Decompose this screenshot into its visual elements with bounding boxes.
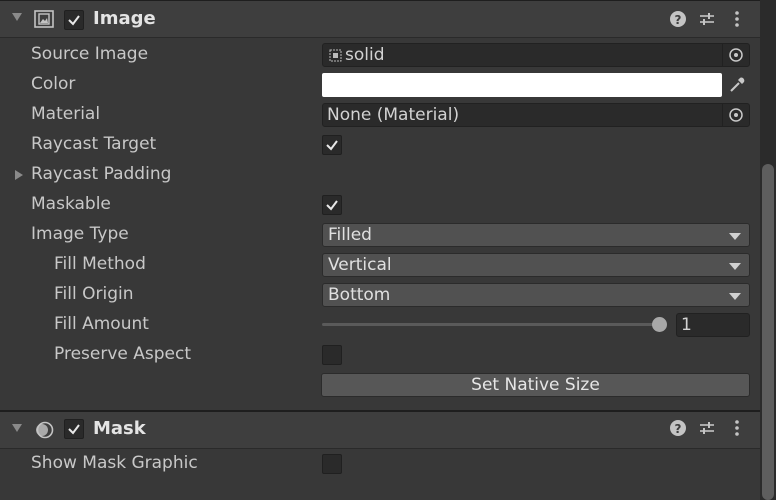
foldout-arrow-icon[interactable]	[12, 13, 22, 21]
show-mask-graphic-checkbox[interactable]	[322, 454, 342, 474]
image-type-label: Image Type	[31, 224, 129, 244]
fill-origin-label: Fill Origin	[54, 284, 134, 304]
help-icon[interactable]: ?	[668, 9, 688, 29]
fill-amount-label: Fill Amount	[54, 314, 149, 334]
maskable-row: Maskable	[0, 190, 760, 220]
material-row: Material None (Material)	[0, 100, 760, 130]
color-swatch[interactable]	[322, 73, 722, 97]
image-type-dropdown[interactable]: Filled	[322, 223, 750, 247]
mask-component-icon	[36, 421, 54, 439]
eyedropper-icon[interactable]	[728, 76, 746, 94]
set-native-size-row: Set Native Size	[0, 370, 760, 400]
material-picker[interactable]	[722, 104, 749, 126]
svg-text:?: ?	[675, 13, 682, 27]
material-label: Material	[31, 104, 101, 124]
fill-amount-value: 1	[681, 315, 692, 335]
chevron-down-icon	[729, 233, 741, 240]
kebab-menu-icon[interactable]	[727, 418, 747, 438]
image-component-header[interactable]: Image ?	[0, 0, 760, 38]
sprite-icon	[329, 49, 342, 62]
maskable-checkbox[interactable]	[322, 195, 342, 215]
fill-method-row: Fill Method Vertical	[0, 250, 760, 280]
chevron-down-icon	[729, 263, 741, 270]
preserve-aspect-label: Preserve Aspect	[54, 344, 192, 364]
image-component-icon	[34, 10, 54, 28]
help-icon[interactable]: ?	[668, 418, 688, 438]
material-value: None (Material)	[327, 105, 460, 125]
scrollbar-thumb[interactable]	[762, 164, 774, 500]
mask-component-header[interactable]: Mask ?	[0, 411, 760, 449]
material-field[interactable]: None (Material)	[322, 103, 750, 127]
fill-origin-row: Fill Origin Bottom	[0, 280, 760, 310]
fill-method-dropdown[interactable]: Vertical	[322, 253, 750, 277]
fill-amount-slider-handle[interactable]	[652, 317, 667, 332]
presets-sliders-icon[interactable]	[697, 9, 717, 29]
show-mask-graphic-row: Show Mask Graphic	[0, 449, 760, 479]
preserve-aspect-row: Preserve Aspect	[0, 340, 760, 370]
preserve-aspect-checkbox[interactable]	[322, 345, 342, 365]
kebab-menu-icon[interactable]	[727, 9, 747, 29]
image-component-title: Image	[93, 8, 156, 29]
chevron-down-icon	[729, 293, 741, 300]
color-row: Color	[0, 70, 760, 100]
color-label: Color	[31, 74, 76, 94]
object-picker-icon	[729, 48, 743, 62]
fill-origin-value: Bottom	[328, 285, 391, 305]
fill-origin-dropdown[interactable]: Bottom	[322, 283, 750, 307]
fill-amount-input[interactable]: 1	[676, 313, 750, 337]
image-enabled-checkbox[interactable]	[64, 10, 84, 30]
mask-enabled-checkbox[interactable]	[64, 419, 84, 439]
image-type-row: Image Type Filled	[0, 220, 760, 250]
raycast-padding-label[interactable]: Raycast Padding	[31, 164, 171, 184]
raycast-target-checkbox[interactable]	[322, 135, 342, 155]
fill-method-value: Vertical	[328, 255, 392, 275]
raycast-target-row: Raycast Target	[0, 130, 760, 160]
fill-method-label: Fill Method	[54, 254, 146, 274]
image-type-value: Filled	[328, 225, 372, 245]
source-image-picker[interactable]	[722, 44, 749, 66]
presets-sliders-icon[interactable]	[697, 418, 717, 438]
fill-amount-slider-track[interactable]	[322, 323, 662, 326]
mask-component-title: Mask	[93, 418, 146, 439]
source-image-field[interactable]: solid	[322, 43, 750, 67]
source-image-label: Source Image	[31, 44, 149, 64]
raycast-target-label: Raycast Target	[31, 134, 157, 154]
maskable-label: Maskable	[31, 194, 111, 214]
foldout-arrow-icon[interactable]	[12, 424, 22, 432]
source-image-value: solid	[345, 45, 385, 65]
fill-amount-row: Fill Amount 1	[0, 310, 760, 340]
object-picker-icon	[729, 108, 743, 122]
foldout-arrow-icon[interactable]	[15, 170, 23, 180]
svg-text:?: ?	[675, 422, 682, 436]
show-mask-graphic-label: Show Mask Graphic	[31, 453, 198, 473]
raycast-padding-row[interactable]: Raycast Padding	[0, 160, 760, 190]
set-native-size-button[interactable]: Set Native Size	[321, 373, 750, 397]
source-image-row: Source Image solid	[0, 40, 760, 70]
